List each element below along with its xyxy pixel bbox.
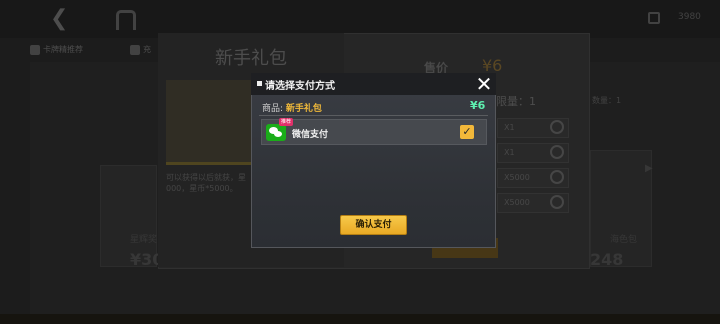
product-line: 商品: 新手礼包 (262, 101, 322, 114)
product-name: 新手礼包 (285, 104, 322, 114)
payment-method-label: 微信支付 (292, 130, 329, 140)
recommend-badge: 推荐 (279, 118, 294, 126)
title-bullet-icon (257, 81, 262, 86)
close-button[interactable]: ✕ (472, 73, 496, 95)
product-prefix: 商品: (262, 104, 284, 114)
wechat-bubble (274, 131, 282, 137)
divider (259, 115, 488, 116)
product-price: ¥6 (470, 99, 486, 112)
confirm-pay-button[interactable]: 确认支付 (340, 215, 407, 235)
wechat-icon (266, 124, 286, 141)
modal-title: 请选择支付方式 (265, 81, 335, 92)
payment-checkbox[interactable]: ✓ (460, 125, 474, 139)
